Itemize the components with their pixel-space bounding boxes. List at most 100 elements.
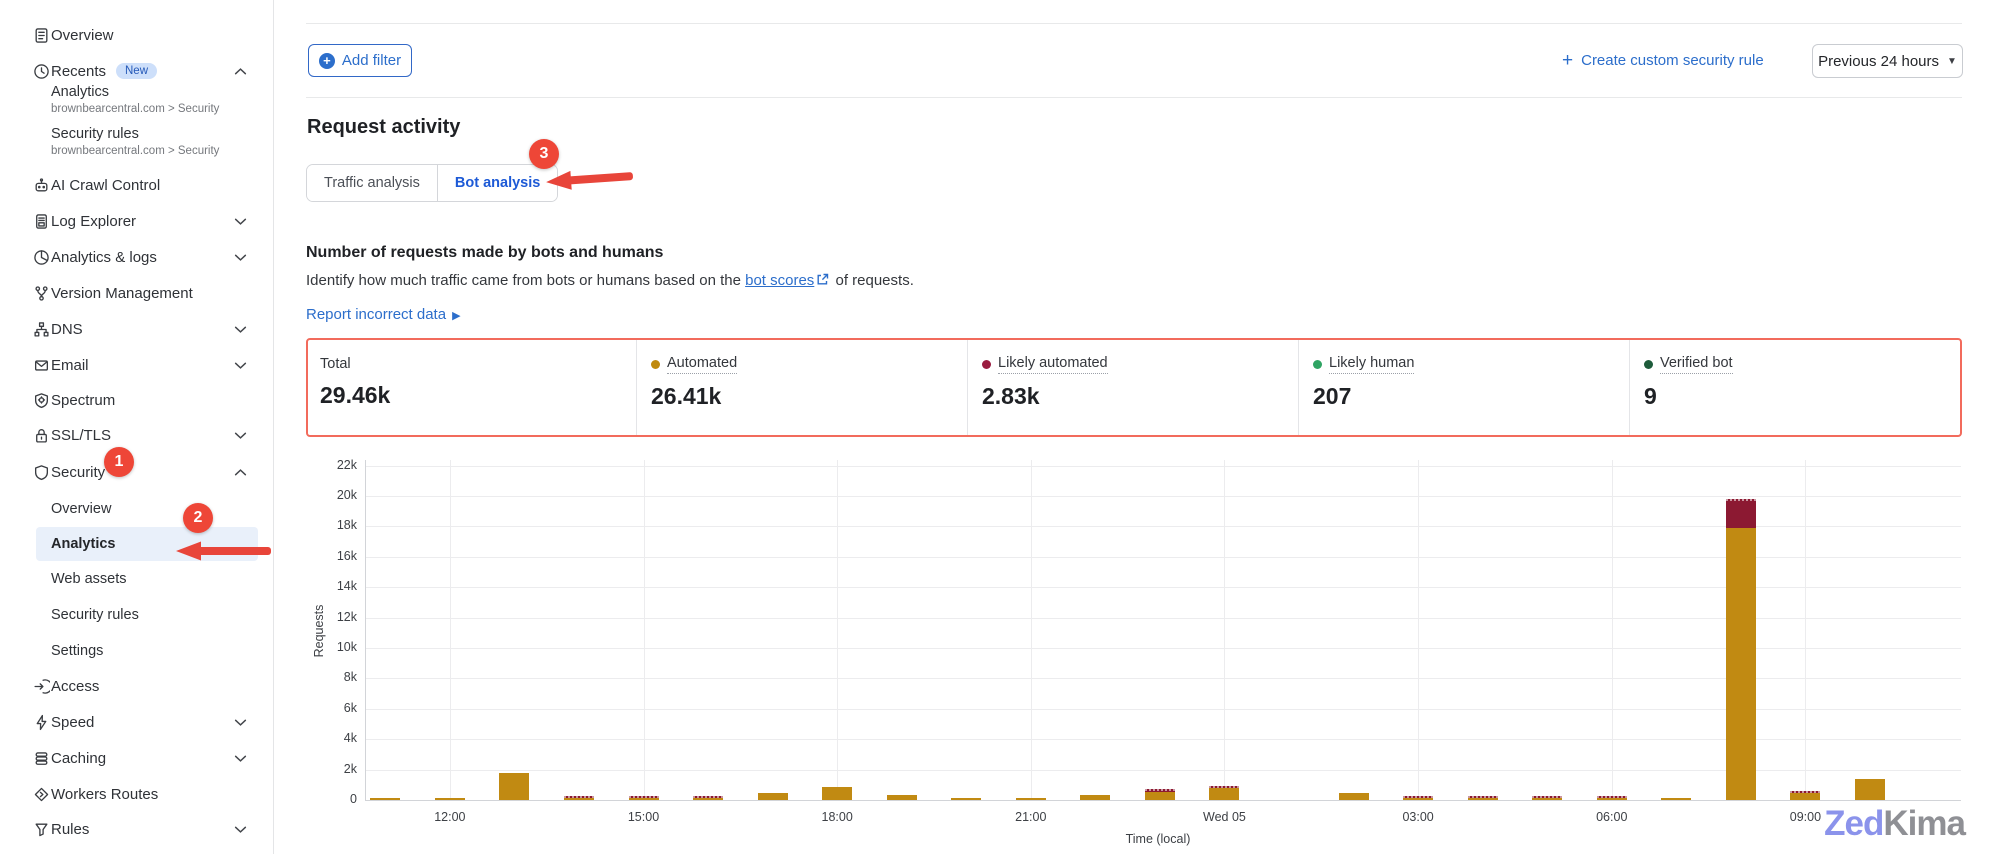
stat-label[interactable]: Verified bot bbox=[1644, 355, 1733, 374]
bar-likely-automated-00:00[interactable] bbox=[1209, 785, 1240, 788]
bar-automated-13:00[interactable] bbox=[499, 772, 530, 800]
chevron-down-icon[interactable] bbox=[233, 214, 247, 228]
bar-likely-automated-16:00[interactable] bbox=[693, 796, 724, 798]
sidebar-recent-security-rules[interactable]: Security rules brownbearcentral.com > Sec… bbox=[0, 126, 274, 166]
stat-label-text: Likely automated bbox=[998, 355, 1108, 374]
chevron-down-icon[interactable] bbox=[233, 358, 247, 372]
gridline bbox=[365, 526, 1961, 528]
chevron-down-icon[interactable] bbox=[233, 715, 247, 729]
bar-automated-05:00[interactable] bbox=[1532, 797, 1563, 800]
add-filter-button[interactable]: + Add filter bbox=[308, 44, 412, 77]
bar-likely-automated-09:00[interactable] bbox=[1790, 791, 1821, 794]
recent-breadcrumb: brownbearcentral.com > Security bbox=[51, 103, 220, 115]
x-tick-label: Wed 05 bbox=[1203, 810, 1246, 824]
gridline bbox=[365, 678, 1961, 680]
y-tick-label: 4k bbox=[343, 731, 357, 746]
sidebar-item-security-settings[interactable]: Settings bbox=[0, 634, 274, 668]
bot-scores-link[interactable]: bot scores bbox=[745, 272, 814, 289]
bar-likely-automated-08:00[interactable] bbox=[1725, 499, 1756, 528]
chevron-down-icon[interactable] bbox=[233, 250, 247, 264]
section-description: Identify how much traffic came from bots… bbox=[306, 272, 914, 290]
y-tick-label: 8k bbox=[343, 670, 357, 685]
gridline bbox=[365, 496, 1961, 497]
chevron-down-icon[interactable] bbox=[233, 428, 247, 442]
create-custom-security-rule-link[interactable]: + Create custom security rule bbox=[1562, 51, 1764, 70]
x-tick-label: 03:00 bbox=[1402, 810, 1434, 824]
chevron-down-icon[interactable] bbox=[233, 751, 247, 765]
bar-automated-19:00[interactable] bbox=[886, 795, 917, 800]
sidebar-item-label: Version Management bbox=[51, 284, 193, 302]
sidebar-item-analytics-and-logs[interactable]: Analytics & logs bbox=[0, 240, 274, 274]
sidebar-item-version-management[interactable]: Version Management bbox=[0, 276, 274, 310]
sidebar-item-access[interactable]: Access bbox=[0, 669, 274, 703]
chevron-up-icon[interactable] bbox=[233, 465, 247, 479]
sidebar-item-overview[interactable]: Overview bbox=[0, 18, 274, 52]
bar-automated-12:00[interactable] bbox=[434, 798, 465, 800]
bar-likely-automated-15:00[interactable] bbox=[628, 796, 659, 798]
sidebar-item-email[interactable]: Email bbox=[0, 348, 274, 382]
toolbar-bottom-divider bbox=[306, 97, 1962, 98]
bar-automated-04:00[interactable] bbox=[1467, 798, 1498, 800]
recent-breadcrumb: brownbearcentral.com > Security bbox=[51, 145, 220, 157]
report-incorrect-data-link[interactable]: Report incorrect data ▶ bbox=[306, 306, 461, 323]
chevron-down-icon[interactable] bbox=[233, 322, 247, 336]
bar-automated-17:00[interactable] bbox=[757, 793, 788, 800]
sidebar-item-recents[interactable]: Recents New bbox=[0, 54, 274, 88]
sidebar-item-caching[interactable]: Caching bbox=[0, 741, 274, 775]
sidebar-item-ai-crawl-control[interactable]: AI Crawl Control bbox=[0, 168, 274, 202]
bar-automated-08:00[interactable] bbox=[1725, 527, 1756, 800]
y-tick-label: 12k bbox=[336, 609, 357, 624]
bar-likely-automated-14:00[interactable] bbox=[563, 795, 594, 798]
bar-automated-10:00[interactable] bbox=[1854, 778, 1885, 800]
stat-likely-human: Likely human 207 bbox=[1298, 340, 1629, 435]
sidebar-item-spectrum[interactable]: Spectrum bbox=[0, 383, 274, 417]
sidebar-item-security-overview[interactable]: Overview bbox=[0, 492, 274, 526]
sidebar-item-security-security-rules[interactable]: Security rules bbox=[0, 598, 274, 632]
gridline bbox=[1805, 460, 1807, 800]
bar-likely-automated-03:00[interactable] bbox=[1403, 796, 1434, 798]
series-color-dot bbox=[982, 360, 991, 369]
bar-automated-06:00[interactable] bbox=[1596, 798, 1627, 800]
stat-label[interactable]: Automated bbox=[651, 355, 738, 374]
tab-bot-analysis[interactable]: Bot analysis bbox=[436, 165, 558, 201]
sidebar-item-security-web-assets[interactable]: Web assets bbox=[0, 562, 274, 596]
bar-automated-14:00[interactable] bbox=[563, 797, 594, 800]
bar-automated-21:00[interactable] bbox=[1015, 798, 1046, 800]
bar-automated-00:00[interactable] bbox=[1209, 787, 1240, 800]
bar-likely-automated-04:00[interactable] bbox=[1467, 796, 1498, 798]
bar-likely-automated-06:00[interactable] bbox=[1596, 796, 1627, 798]
chevron-down-icon[interactable] bbox=[233, 822, 247, 836]
sidebar-item-speed[interactable]: Speed bbox=[0, 705, 274, 739]
bar-automated-16:00[interactable] bbox=[693, 798, 724, 800]
stat-verified-bot: Verified bot 9 bbox=[1629, 340, 1960, 435]
sidebar-item-ssl-tls[interactable]: SSL/TLS bbox=[0, 418, 274, 452]
bar-likely-automated-05:00[interactable] bbox=[1532, 795, 1563, 798]
sidebar-item-workers-routes[interactable]: Workers Routes bbox=[0, 777, 274, 811]
bar-automated-22:00[interactable] bbox=[1080, 794, 1111, 800]
y-tick-label: 10k bbox=[336, 640, 357, 654]
sidebar-item-security[interactable]: Security bbox=[0, 455, 274, 489]
tab-traffic-analysis[interactable]: Traffic analysis bbox=[307, 165, 437, 201]
bar-automated-15:00[interactable] bbox=[628, 798, 659, 800]
bar-automated-18:00[interactable] bbox=[822, 787, 853, 800]
section-heading: Number of requests made by bots and huma… bbox=[306, 244, 664, 261]
bar-automated-11:00[interactable] bbox=[370, 798, 401, 800]
stat-label[interactable]: Likely human bbox=[1313, 355, 1415, 374]
caret-down-icon: ▼ bbox=[1947, 55, 1957, 67]
bar-automated-09:00[interactable] bbox=[1790, 793, 1821, 800]
time-range-dropdown[interactable]: Previous 24 hours ▼ bbox=[1812, 44, 1963, 78]
sidebar-item-log-explorer[interactable]: Log Explorer bbox=[0, 204, 274, 238]
sidebar-recent-analytics[interactable]: Analytics brownbearcentral.com > Security bbox=[0, 84, 274, 124]
bar-automated-03:00[interactable] bbox=[1403, 798, 1434, 800]
series-color-dot bbox=[1313, 360, 1322, 369]
bar-automated-23:00[interactable] bbox=[1144, 791, 1175, 800]
bar-automated-02:00[interactable] bbox=[1338, 793, 1369, 800]
stat-label[interactable]: Likely automated bbox=[982, 355, 1108, 374]
add-filter-label: Add filter bbox=[341, 52, 402, 69]
bar-automated-20:00[interactable] bbox=[951, 798, 982, 800]
sidebar-item-dns[interactable]: DNS bbox=[0, 312, 274, 346]
sidebar-item-rules[interactable]: Rules bbox=[0, 812, 274, 846]
bar-likely-automated-23:00[interactable] bbox=[1144, 789, 1175, 792]
bar-automated-07:00[interactable] bbox=[1661, 798, 1692, 800]
chevron-up-icon[interactable] bbox=[233, 64, 247, 78]
